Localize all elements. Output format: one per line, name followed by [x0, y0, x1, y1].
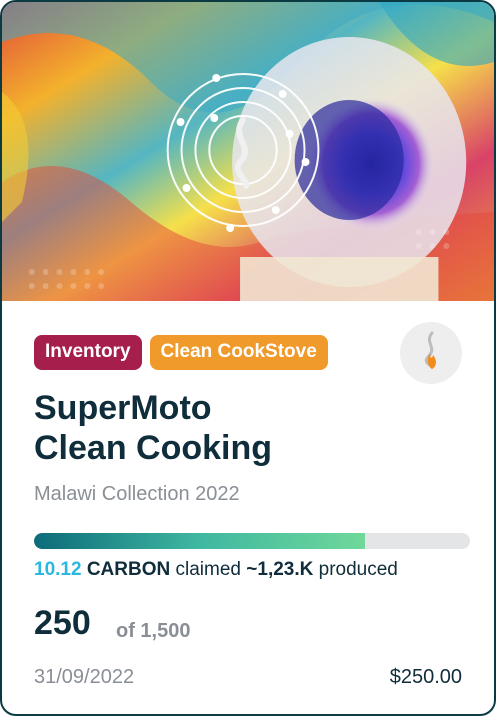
produced-value: 1,23.K	[257, 559, 314, 580]
hero-image	[2, 2, 494, 301]
progress-fill	[34, 533, 366, 549]
collection-name: Malawi Collection 2022	[34, 483, 240, 505]
edition-count: 250	[34, 604, 91, 642]
claimed-label: claimed	[175, 559, 241, 580]
tag-row: Inventory Clean CookStove	[34, 335, 328, 370]
title-line-2: Clean Cooking	[34, 429, 273, 467]
flame-icon	[420, 331, 442, 376]
inventory-tag: Inventory	[34, 335, 142, 370]
date-label: 31/09/2022	[34, 666, 135, 688]
category-tag: Clean CookStove	[149, 335, 328, 370]
price-label: $250.00	[389, 666, 462, 688]
produced-amount: ~1,23.K	[246, 559, 313, 580]
claimed-amount: 10.12	[34, 559, 82, 580]
project-title: SuperMoto Clean Cooking	[34, 388, 454, 468]
carbon-unit: CARBON	[86, 559, 171, 580]
nft-card[interactable]: Inventory Clean CookStove SuperMoto Clea…	[0, 0, 496, 716]
project-logo	[400, 322, 462, 384]
carbon-progress-bar	[34, 533, 470, 549]
produced-label: produced	[318, 559, 398, 580]
claim-summary: 10.12 CARBON claimed ~1,23.K produced	[34, 559, 398, 581]
produced-prefix: ~	[246, 559, 258, 580]
edition-total: of 1,500	[116, 620, 191, 642]
title-line-1: SuperMoto	[34, 389, 212, 427]
